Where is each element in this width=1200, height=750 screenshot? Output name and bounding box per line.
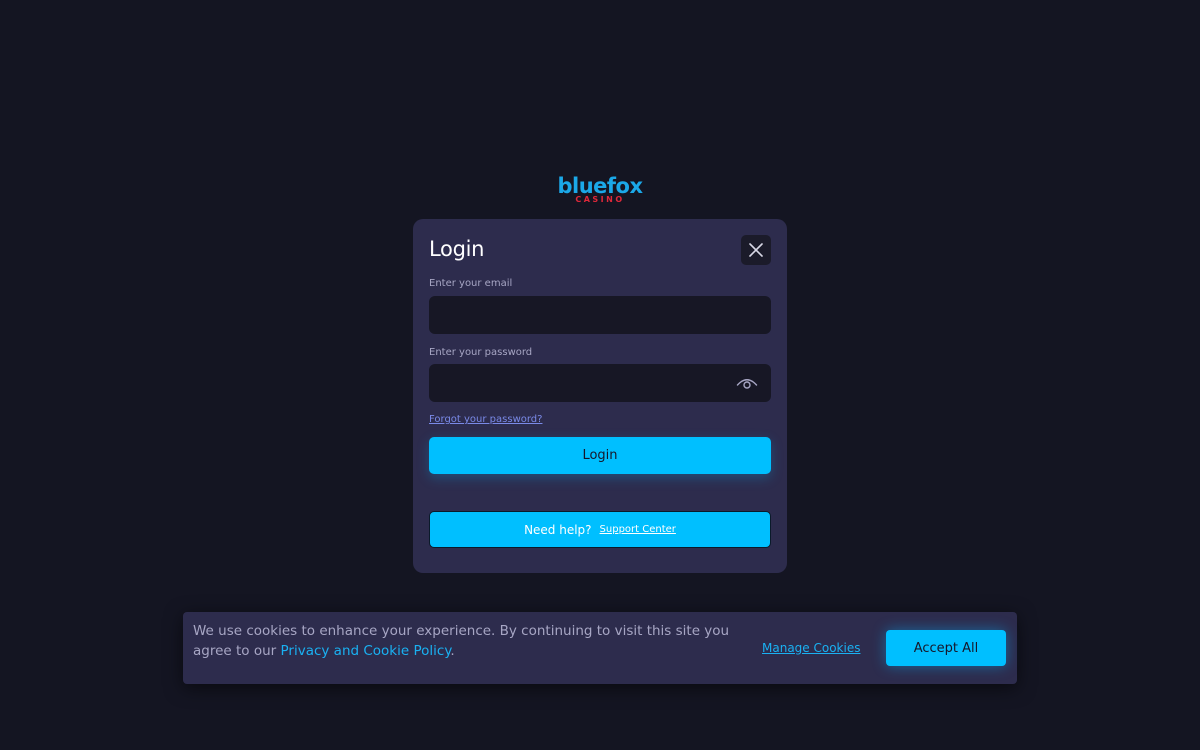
email-label: Enter your email <box>429 278 513 289</box>
login-button[interactable]: Login <box>429 437 771 474</box>
manage-cookies-link[interactable]: Manage Cookies <box>762 641 860 655</box>
close-icon <box>749 243 763 257</box>
cookie-text-prefix: We use cookies to enhance your experienc… <box>193 623 730 659</box>
email-field[interactable] <box>429 296 771 334</box>
forgot-password-link[interactable]: Forgot your password? <box>429 414 542 425</box>
privacy-cookie-policy-link[interactable]: Privacy and Cookie Policy <box>281 643 451 659</box>
support-center-link[interactable]: Support Center <box>600 524 676 535</box>
close-button[interactable] <box>741 235 771 265</box>
help-box: Need help? Support Center <box>429 511 771 548</box>
bluefox-casino-logo[interactable]: bluefox CASINO <box>540 174 660 210</box>
cookie-message: We use cookies to enhance your experienc… <box>193 621 733 661</box>
page: bluefox CASINO Login Enter your email En… <box>0 0 1200 750</box>
cookie-banner: We use cookies to enhance your experienc… <box>183 612 1017 684</box>
modal-title: Login <box>429 237 485 261</box>
need-help-text: Need help? <box>524 522 592 537</box>
password-field[interactable] <box>429 364 771 402</box>
login-modal: Login Enter your email Enter your passwo… <box>413 219 787 573</box>
accept-all-button[interactable]: Accept All <box>886 630 1006 666</box>
eye-icon <box>736 379 758 389</box>
password-label: Enter your password <box>429 347 533 358</box>
show-password-button[interactable] <box>735 373 759 393</box>
cookie-text-suffix: . <box>450 643 455 659</box>
